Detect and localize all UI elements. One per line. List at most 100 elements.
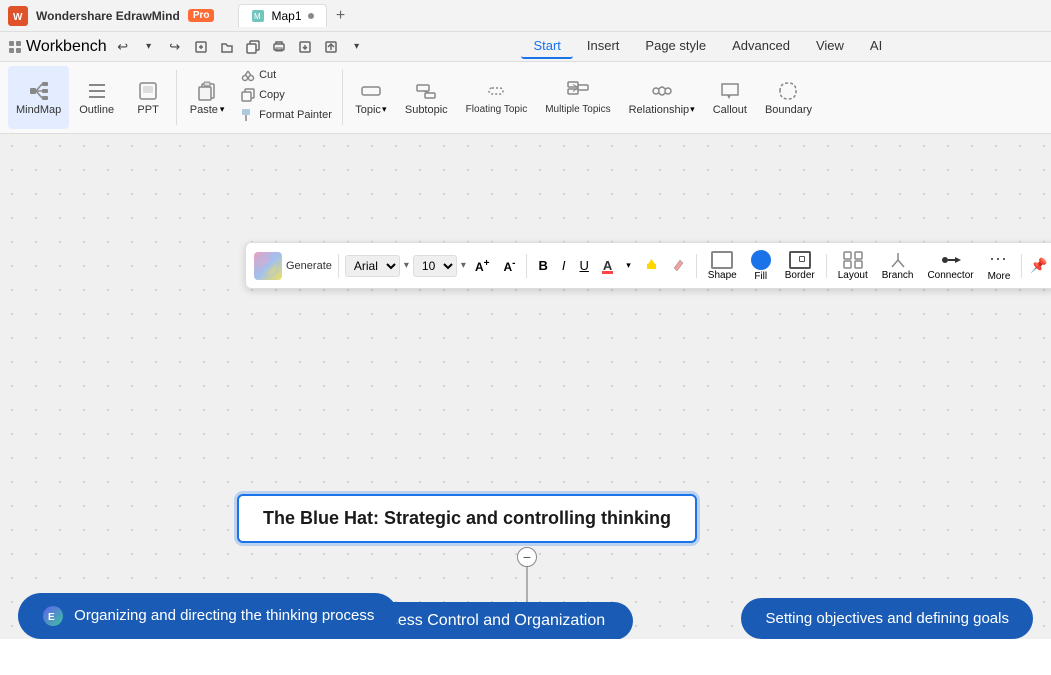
bottom-left-text: Organizing and directing the thinking pr… xyxy=(74,607,374,624)
nav-tabs: Start Insert Page style Advanced View AI xyxy=(521,34,894,59)
main-canvas[interactable]: Generate Arial ▾ 10 ▾ A+ A- B I U A xyxy=(0,134,1051,639)
tab-page-style[interactable]: Page style xyxy=(633,34,718,59)
generate-logo[interactable] xyxy=(254,252,282,280)
bottom-left-node[interactable]: E Organizing and directing the thinking … xyxy=(18,593,398,639)
topic-btn[interactable]: Topic ▾ xyxy=(347,66,395,129)
format-painter-icon xyxy=(241,108,255,122)
undo-dropdown[interactable]: ▾ xyxy=(137,35,161,59)
print-button[interactable] xyxy=(267,35,291,59)
font-size-select[interactable]: 10 xyxy=(413,255,457,277)
layout-label: Layout xyxy=(838,270,868,281)
more-tools-button[interactable]: ▾ xyxy=(345,35,369,59)
font-increase-btn[interactable]: A+ xyxy=(470,256,495,276)
outline-label: Outline xyxy=(79,104,114,116)
callout-label: Callout xyxy=(713,104,747,116)
fill-label: Fill xyxy=(754,271,767,282)
map1-tab[interactable]: M Map1 xyxy=(238,4,326,27)
tab-insert[interactable]: Insert xyxy=(575,34,632,59)
font-decrease-btn[interactable]: A- xyxy=(498,256,520,276)
edrawmind-status-logo: E xyxy=(42,605,64,627)
title-bar: W Wondershare EdrawMind Pro M Map1 + xyxy=(0,0,1051,32)
tab-advanced[interactable]: Advanced xyxy=(720,34,802,59)
tab-ai[interactable]: AI xyxy=(858,34,894,59)
tab-start[interactable]: Start xyxy=(521,34,572,59)
collapse-btn[interactable]: − xyxy=(517,547,537,567)
topic-icon xyxy=(360,80,382,102)
share-button[interactable] xyxy=(319,35,343,59)
shape-format-btn[interactable]: Shape xyxy=(703,249,742,283)
font-select[interactable]: Arial xyxy=(345,255,400,277)
cut-copy-format-group: Cut Copy Format Painter xyxy=(235,66,338,129)
size-dropdown-arrow: ▾ xyxy=(461,260,466,271)
boundary-btn[interactable]: Boundary xyxy=(757,66,820,129)
undo-redo-group: ↩ ▾ ↪ ▾ xyxy=(111,35,369,59)
connector-label: Connector xyxy=(927,270,973,281)
ppt-btn[interactable]: PPT xyxy=(124,66,172,129)
main-topic-node[interactable]: The Blue Hat: Strategic and controlling … xyxy=(237,494,697,543)
add-tab-button[interactable]: + xyxy=(329,4,353,28)
boundary-label: Boundary xyxy=(765,104,812,116)
insert-group: Topic ▾ Subtopic Floating Topic Multiple… xyxy=(347,66,820,129)
ribbon-sep-1 xyxy=(176,70,177,125)
undo-button[interactable]: ↩ xyxy=(111,35,135,59)
branch-format-btn[interactable]: Branch xyxy=(877,249,919,283)
relationship-btn[interactable]: Relationship ▾ xyxy=(621,66,703,129)
erase-btn[interactable] xyxy=(667,256,690,276)
ppt-label: PPT xyxy=(137,104,158,116)
connector-format-btn[interactable]: Connector xyxy=(922,249,978,283)
svg-text:E: E xyxy=(48,612,55,623)
format-painter-btn[interactable]: Format Painter xyxy=(235,106,338,124)
app-logo: W xyxy=(8,6,28,26)
ft-sep-4 xyxy=(826,254,827,278)
open-button[interactable] xyxy=(215,35,239,59)
underline-btn[interactable]: U xyxy=(574,256,593,275)
copy-button[interactable] xyxy=(241,35,265,59)
cut-btn[interactable]: Cut xyxy=(235,66,338,84)
copy-icon xyxy=(241,88,255,102)
border-icon xyxy=(789,251,811,269)
italic-btn[interactable]: I xyxy=(557,256,571,275)
outline-btn[interactable]: Outline xyxy=(71,66,122,129)
highlight-btn[interactable] xyxy=(640,256,663,276)
app-name: Wondershare EdrawMind xyxy=(36,9,180,23)
workbench-item[interactable]: Workbench xyxy=(8,38,107,56)
export-button[interactable] xyxy=(293,35,317,59)
map-tab-icon: M xyxy=(251,9,265,23)
border-format-btn[interactable]: Border xyxy=(780,249,820,283)
font-color-dropdown[interactable]: ▾ xyxy=(621,258,636,273)
multiple-topics-icon xyxy=(567,80,589,102)
generate-label: Generate xyxy=(286,260,332,272)
font-color-btn[interactable]: A xyxy=(598,256,617,275)
mindmap-btn[interactable]: MindMap xyxy=(8,66,69,129)
new-button[interactable] xyxy=(189,35,213,59)
layout-format-btn[interactable]: Layout xyxy=(833,249,873,283)
callout-icon xyxy=(719,80,741,102)
tab-view[interactable]: View xyxy=(804,34,856,59)
shape-icon xyxy=(711,251,733,269)
paste-btn[interactable]: Paste ▾ xyxy=(181,66,233,129)
subtopic-label: Subtopic xyxy=(405,104,448,116)
workbench-label: Workbench xyxy=(26,38,107,56)
copy-label: Copy xyxy=(259,89,285,101)
cut-label: Cut xyxy=(259,69,276,81)
svg-text:M: M xyxy=(254,12,261,21)
collapse-icon: − xyxy=(523,549,531,565)
bottom-right-node[interactable]: Setting objectives and defining goals xyxy=(741,598,1033,639)
ft-sep-2 xyxy=(526,254,527,278)
subtopic-btn[interactable]: Subtopic xyxy=(397,66,456,129)
pro-badge: Pro xyxy=(188,9,215,22)
callout-btn[interactable]: Callout xyxy=(705,66,755,129)
more-format-btn[interactable]: ⋯ More xyxy=(983,247,1016,284)
menu-bar: Workbench ↩ ▾ ↪ ▾ Start Insert Page styl… xyxy=(0,32,1051,62)
pin-btn[interactable]: 📌 xyxy=(1028,255,1049,276)
paste-dropdown-icon: ▾ xyxy=(220,104,225,115)
copy-ribbon-btn[interactable]: Copy xyxy=(235,86,338,104)
floating-topic-btn[interactable]: Floating Topic xyxy=(458,66,536,129)
multiple-topics-btn[interactable]: Multiple Topics xyxy=(537,66,618,129)
bold-btn[interactable]: B xyxy=(533,256,552,275)
font-dropdown-arrow: ▾ xyxy=(404,260,409,271)
redo-button[interactable]: ↪ xyxy=(163,35,187,59)
fill-format-btn[interactable]: Fill xyxy=(746,248,776,284)
mindmap-label: MindMap xyxy=(16,104,61,116)
branch-label: Branch xyxy=(882,270,914,281)
